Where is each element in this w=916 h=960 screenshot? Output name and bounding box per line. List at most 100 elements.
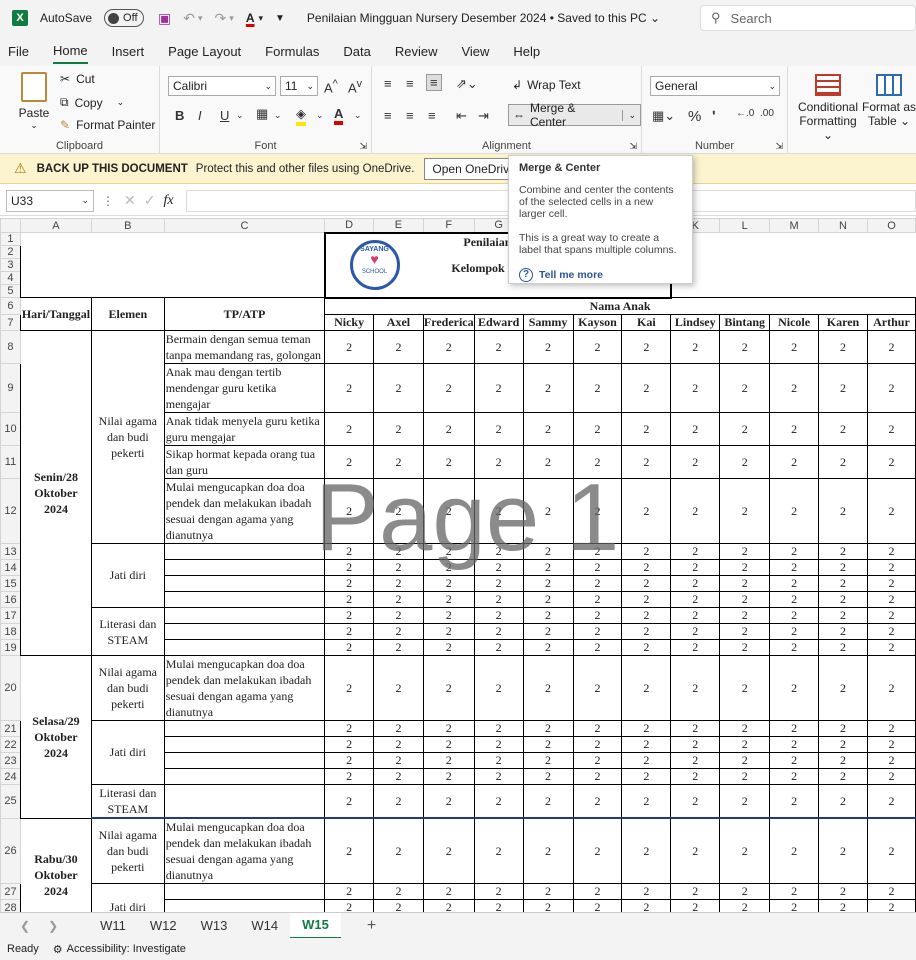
column-header[interactable]: M — [769, 218, 820, 233]
row-header[interactable]: 4 — [0, 271, 21, 285]
score-cell[interactable]: 2 — [373, 768, 424, 785]
score-cell[interactable]: 2 — [670, 623, 721, 640]
score-cell[interactable]: 2 — [866, 445, 916, 479]
cancel-icon[interactable]: ✕ — [124, 192, 136, 209]
fill-color-dropdown-icon[interactable]: ⌄ — [316, 110, 324, 121]
score-cell[interactable]: 2 — [866, 591, 916, 608]
score-cell[interactable]: 2 — [621, 817, 672, 884]
decrease-decimal-icon[interactable]: .00 — [760, 108, 774, 119]
score-cell[interactable]: 2 — [473, 639, 524, 656]
score-cell[interactable]: 2 — [572, 330, 623, 364]
score-cell[interactable]: 2 — [719, 752, 771, 769]
score-cell[interactable]: 2 — [522, 412, 574, 446]
score-cell[interactable]: 2 — [621, 330, 672, 364]
italic-icon[interactable]: I — [198, 108, 202, 123]
score-cell[interactable]: 2 — [422, 639, 475, 656]
sheet-tab-w13[interactable]: W13 — [189, 913, 240, 939]
score-cell[interactable]: 2 — [621, 883, 672, 900]
accounting-icon[interactable]: ▦⌄ — [652, 108, 675, 124]
score-cell[interactable]: 2 — [818, 736, 868, 753]
orientation-icon[interactable]: ⇗⌄ — [456, 76, 478, 92]
score-cell[interactable]: 2 — [324, 768, 375, 785]
elemen-header[interactable]: Elemen — [90, 297, 165, 331]
score-cell[interactable]: 2 — [324, 720, 375, 737]
score-cell[interactable]: 2 — [522, 639, 574, 656]
score-cell[interactable]: 2 — [473, 559, 524, 576]
score-cell[interactable]: 2 — [719, 736, 771, 753]
row-header[interactable]: 3 — [0, 258, 21, 272]
score-cell[interactable]: 2 — [324, 591, 375, 608]
score-cell[interactable]: 2 — [572, 543, 623, 560]
score-cell[interactable]: 2 — [769, 899, 820, 912]
score-cell[interactable]: 2 — [621, 899, 672, 912]
score-cell[interactable]: 2 — [670, 543, 721, 560]
score-cell[interactable]: 2 — [719, 363, 771, 413]
score-cell[interactable]: 2 — [324, 363, 375, 413]
score-cell[interactable]: 2 — [522, 736, 574, 753]
score-cell[interactable]: 2 — [422, 655, 475, 721]
enter-icon[interactable]: ✓ — [144, 192, 156, 209]
element-ls-cell[interactable]: Literasi dan STEAM — [90, 607, 165, 656]
score-cell[interactable]: 2 — [818, 412, 868, 446]
row-header[interactable]: 18 — [0, 623, 21, 640]
merge-center-button[interactable]: ⇔ Merge & Center ⌄ — [508, 101, 641, 129]
redo-dropdown-icon[interactable]: ▾ — [229, 13, 234, 24]
row-header[interactable]: 22 — [0, 736, 21, 753]
fill-color-icon[interactable]: ◈ — [296, 106, 306, 126]
score-cell[interactable]: 2 — [769, 784, 820, 819]
score-cell[interactable]: 2 — [818, 575, 868, 592]
score-cell[interactable]: 2 — [866, 330, 916, 364]
blank-header-area[interactable] — [19, 232, 325, 298]
score-cell[interactable]: 2 — [373, 575, 424, 592]
student-name-header[interactable]: Sammy — [522, 314, 574, 331]
score-cell[interactable]: 2 — [373, 591, 424, 608]
sheet-row[interactable]: 13 Jati diri 2 2 2 2 2 2 2 2 2 2 2 2 — [0, 543, 916, 608]
score-cell[interactable]: 2 — [670, 591, 721, 608]
score-cell[interactable]: 2 — [422, 363, 475, 413]
score-cell[interactable]: 2 — [719, 639, 771, 656]
score-cell[interactable]: 2 — [769, 543, 820, 560]
format-painter-button[interactable]: ✎ Format Painter — [60, 118, 155, 132]
column-header[interactable]: N — [818, 218, 868, 233]
score-cell[interactable]: 2 — [818, 543, 868, 560]
score-cell[interactable]: 2 — [522, 768, 574, 785]
score-cell[interactable]: 2 — [621, 607, 672, 624]
row-header[interactable]: 13 — [0, 543, 21, 560]
tp-cell[interactable]: Mulai mengucapkan doa doa pendek dan mel… — [163, 478, 326, 544]
element-nab-cell[interactable]: Nilai agama dan budi pekerti — [90, 330, 165, 544]
comma-icon[interactable]: ʹ — [712, 108, 716, 125]
score-cell[interactable]: 2 — [769, 720, 820, 737]
score-cell[interactable]: 2 — [422, 330, 475, 364]
score-cell[interactable]: 2 — [670, 883, 721, 900]
worksheet-table[interactable]: ABCDEFGHIJKLMNO1SAYANG♥SCHOOLPenilaianKe… — [0, 218, 916, 912]
score-cell[interactable]: 2 — [572, 899, 623, 912]
score-cell[interactable]: 2 — [670, 575, 721, 592]
sheet-row[interactable]: 20 Selasa/29 Oktober 2024 Nilai agama dan … — [0, 655, 916, 819]
tp-cell-empty[interactable] — [163, 639, 326, 656]
score-cell[interactable]: 2 — [818, 817, 868, 884]
score-cell[interactable]: 2 — [324, 575, 375, 592]
nama-anak-header[interactable]: Nama Anak — [324, 297, 916, 315]
score-cell[interactable]: 2 — [866, 623, 916, 640]
score-cell[interactable]: 2 — [324, 478, 375, 544]
score-cell[interactable]: 2 — [818, 478, 868, 544]
score-cell[interactable]: 2 — [572, 412, 623, 446]
underline-icon[interactable]: U — [220, 108, 229, 123]
merge-dropdown-icon[interactable]: ⌄ — [622, 109, 636, 121]
row-header[interactable]: 17 — [0, 607, 21, 624]
sheet-tab-w14[interactable]: W14 — [239, 913, 290, 939]
score-cell[interactable]: 2 — [572, 883, 623, 900]
bottom-align-icon[interactable]: ≡ — [426, 74, 442, 91]
score-cell[interactable]: 2 — [670, 736, 721, 753]
score-cell[interactable]: 2 — [324, 883, 375, 900]
score-cell[interactable]: 2 — [769, 478, 820, 544]
score-cell[interactable]: 2 — [422, 784, 475, 819]
score-cell[interactable]: 2 — [473, 607, 524, 624]
score-cell[interactable]: 2 — [621, 752, 672, 769]
borders-icon[interactable]: ▦ — [256, 106, 268, 122]
score-cell[interactable]: 2 — [422, 736, 475, 753]
redo-icon[interactable]: ↷ — [215, 10, 227, 27]
score-cell[interactable]: 2 — [621, 591, 672, 608]
score-cell[interactable]: 2 — [422, 559, 475, 576]
copy-button[interactable]: ⧉ Copy ⌄ — [60, 95, 124, 110]
